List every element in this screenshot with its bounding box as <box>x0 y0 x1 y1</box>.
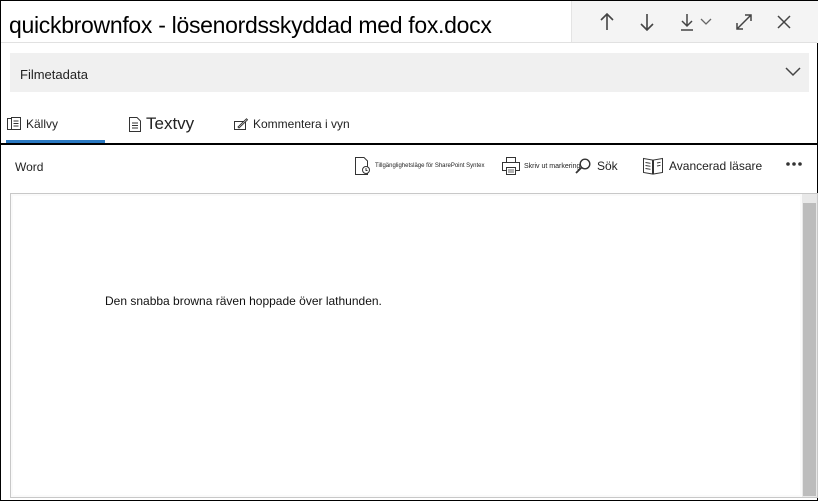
source-view-icon <box>7 117 21 130</box>
download-button[interactable] <box>673 7 717 37</box>
title-separator <box>1 42 817 43</box>
search-label: Sök <box>597 159 618 173</box>
accessibility-mode-button[interactable]: Tillgänglighetsläge för SharePoint Synte… <box>355 153 501 179</box>
print-selection-label: Skriv ut markering <box>524 162 581 170</box>
chevron-down-icon <box>700 18 711 25</box>
document-viewer: Den snabba browna räven hoppade över lat… <box>10 193 818 498</box>
accessibility-icon <box>355 157 370 175</box>
app-label: Word <box>15 160 44 174</box>
next-button[interactable] <box>632 7 662 37</box>
tab-source-view[interactable]: Källvy <box>7 106 58 142</box>
tab-source-view-label: Källvy <box>26 117 59 131</box>
document-page: Den snabba browna räven hoppade över lat… <box>13 196 800 495</box>
file-metadata-label: Filmetadata <box>20 67 88 82</box>
close-icon <box>777 15 791 29</box>
previous-button[interactable] <box>592 7 622 37</box>
tab-annotate-view[interactable]: Kommentera i vyn <box>234 106 350 142</box>
download-icon <box>680 14 693 31</box>
immersive-reader-label: Avancerad läsare <box>669 159 763 173</box>
file-metadata-toggle[interactable]: Filmetadata <box>10 53 809 92</box>
title-bar: quickbrownfox - lösenordsskyddad med fox… <box>1 1 818 43</box>
view-tabs: Källvy Textvy Kommentera i vyn <box>1 106 817 144</box>
tab-annotate-view-label: Kommentera i vyn <box>253 117 350 131</box>
expand-button[interactable] <box>729 7 759 37</box>
immersive-reader-icon <box>643 157 663 175</box>
immersive-reader-button[interactable]: Avancerad läsare <box>643 153 762 179</box>
accessibility-mode-label: Tillgänglighetsläge för SharePoint Synte… <box>375 163 485 169</box>
document-text: Den snabba browna räven hoppade över lat… <box>105 294 382 308</box>
navigation-controls <box>571 1 818 43</box>
arrow-up-icon <box>600 13 614 30</box>
viewer-toolbar: Word Tillgänglighetsläge för SharePoint … <box>1 147 817 187</box>
annotate-icon <box>234 118 248 130</box>
arrow-down-icon <box>640 14 654 31</box>
tabs-divider <box>1 143 817 145</box>
close-button[interactable] <box>769 7 799 37</box>
scrollbar-thumb[interactable] <box>803 203 816 496</box>
tab-text-view[interactable]: Textvy <box>129 106 194 142</box>
document-title: quickbrownfox - lösenordsskyddad med fox… <box>9 12 492 38</box>
chevron-down-icon <box>785 67 801 77</box>
vertical-scrollbar[interactable] <box>802 194 817 497</box>
tab-text-view-label: Textvy <box>146 114 195 133</box>
more-options-icon[interactable] <box>785 161 803 167</box>
search-button[interactable]: Sök <box>575 153 618 179</box>
printer-icon <box>502 157 520 175</box>
preview-window: quickbrownfox - lösenordsskyddad med fox… <box>0 0 818 501</box>
expand-icon <box>736 14 752 30</box>
search-icon <box>575 158 591 174</box>
text-view-icon <box>129 116 141 132</box>
